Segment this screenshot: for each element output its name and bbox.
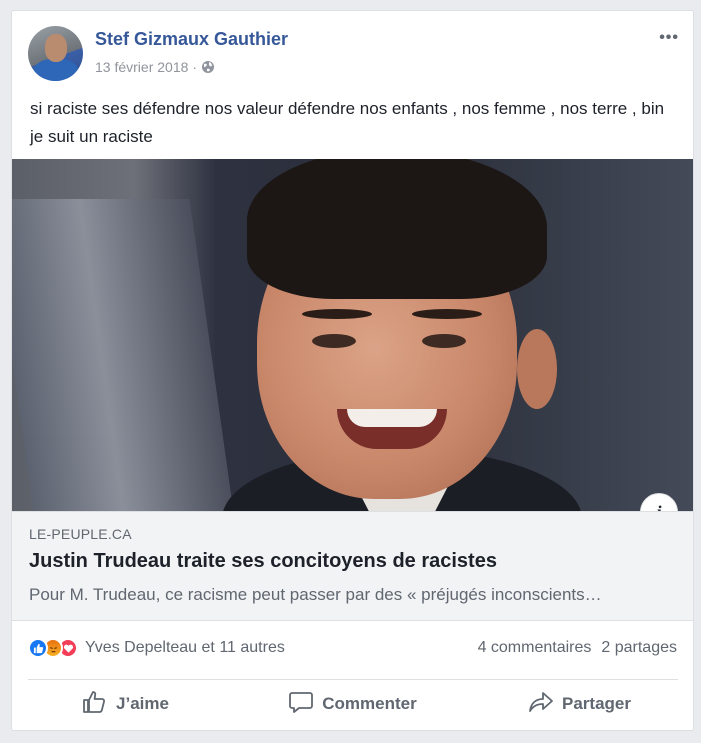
post-meta: 13 février 2018 · [95, 59, 215, 75]
comment-bubble-icon [288, 690, 314, 719]
reactors-text[interactable]: Yves Depelteau et 11 autres [85, 639, 285, 657]
avatar-shirt [34, 59, 78, 81]
comments-count[interactable]: 4 commentaires [478, 639, 592, 657]
link-domain: LE-PEUPLE.CA [29, 526, 132, 542]
image-teeth [347, 409, 437, 427]
link-preview-image[interactable] [12, 159, 693, 511]
globe-icon[interactable] [201, 60, 215, 74]
avatar-head [45, 34, 67, 62]
comment-button[interactable]: Commenter [239, 681, 466, 727]
engagement-counts: 4 commentaires 2 partages [478, 639, 677, 657]
reactions-summary[interactable]: Yves Depelteau et 11 autres [28, 638, 285, 658]
shares-count[interactable]: 2 partages [601, 639, 677, 657]
link-description: Pour M. Trudeau, ce racisme peut passer … [29, 585, 602, 604]
image-brow-left [302, 309, 372, 319]
image-background-panel [12, 199, 235, 511]
post-card: Stef Gizmaux Gauthier 13 février 2018 · … [11, 10, 694, 731]
thumbs-up-icon [82, 690, 108, 719]
post-date[interactable]: 13 février 2018 [95, 59, 188, 75]
more-options-button[interactable]: ••• [659, 29, 679, 47]
share-label: Partager [562, 694, 631, 713]
post-text: si raciste ses défendre nos valeur défen… [30, 99, 665, 146]
image-ear [517, 329, 557, 409]
share-arrow-icon [528, 690, 554, 719]
link-title[interactable]: Justin Trudeau traite ses concitoyens de… [29, 550, 497, 573]
author-name[interactable]: Stef Gizmaux Gauthier [95, 29, 288, 50]
like-button[interactable]: J’aime [12, 681, 239, 727]
image-hair [247, 159, 547, 299]
action-bar: J’aime Commenter Partager [12, 681, 693, 727]
actions-divider [28, 679, 678, 680]
author-avatar[interactable] [28, 26, 83, 81]
image-brow-right [412, 309, 482, 319]
comment-label: Commenter [322, 694, 417, 713]
share-button[interactable]: Partager [466, 681, 693, 727]
date-separator: · [192, 59, 198, 75]
image-eye-left [312, 334, 356, 348]
image-eye-right [422, 334, 466, 348]
like-label: J’aime [116, 694, 169, 713]
link-preview-box[interactable]: LE-PEUPLE.CA Justin Trudeau traite ses c… [12, 511, 693, 621]
like-reaction-icon [28, 638, 48, 658]
